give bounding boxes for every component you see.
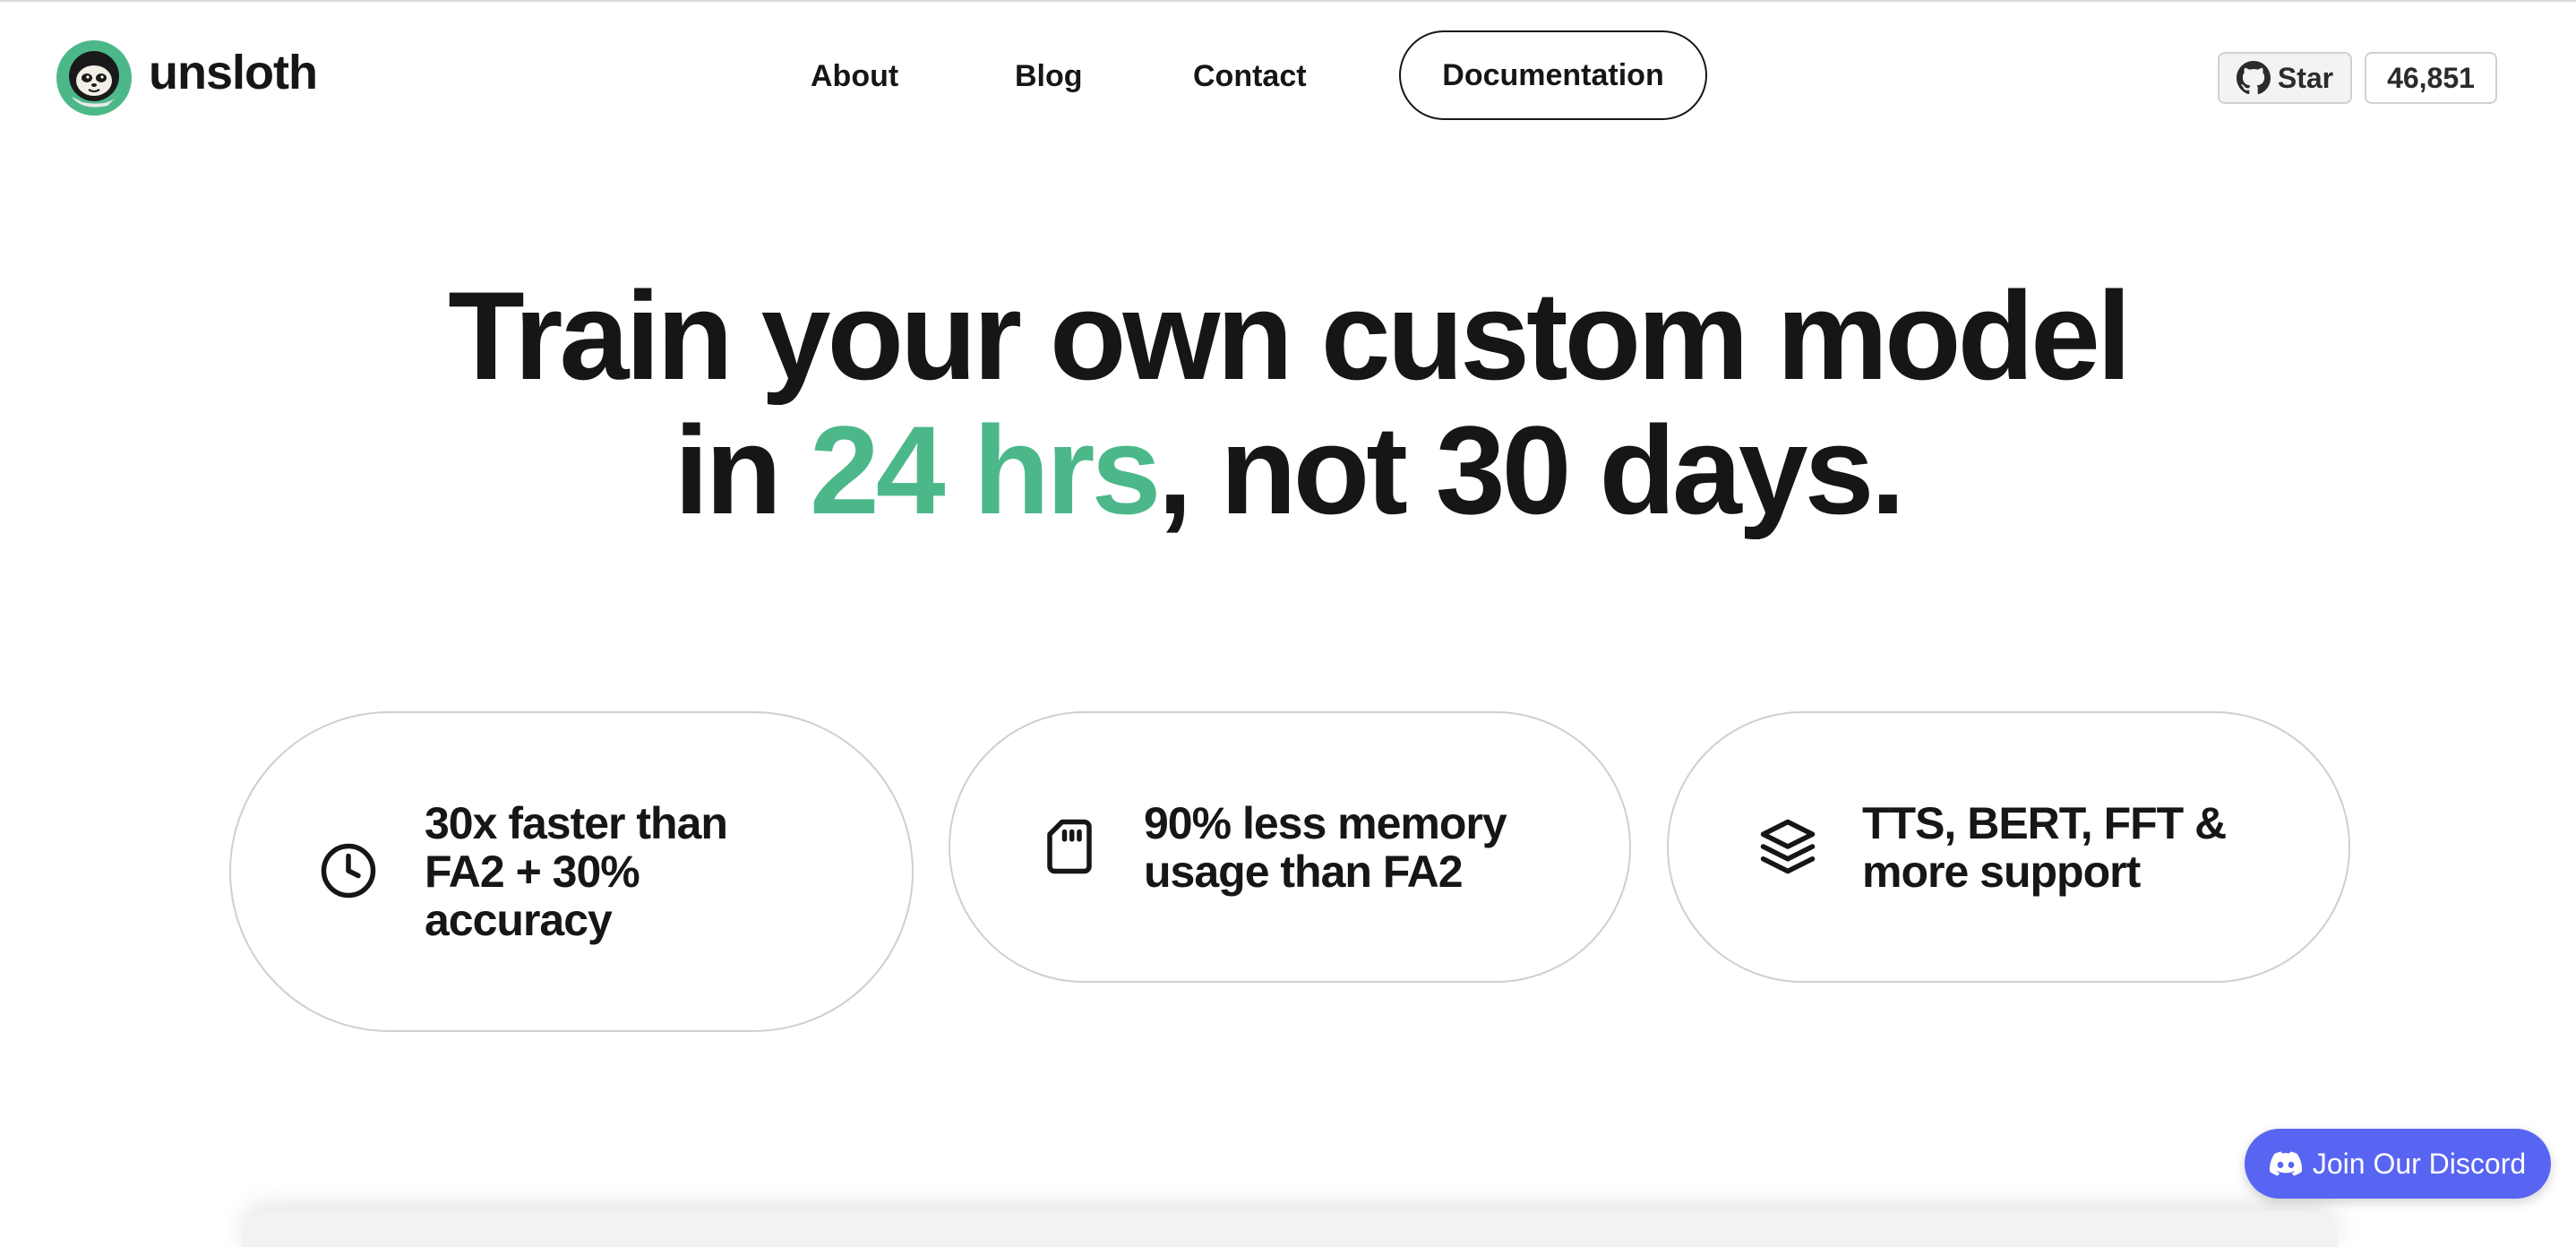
feature-card-speed: 30x faster than FA2 + 30% accuracy xyxy=(229,711,914,1032)
top-border xyxy=(0,0,2576,2)
nav-link-about[interactable]: About xyxy=(811,59,898,94)
feature-text: 90% less memory usage than FA2 xyxy=(1144,798,1507,897)
feature-text: TTS, BERT, FFT & more support xyxy=(1862,798,2227,897)
documentation-button[interactable]: Documentation xyxy=(1399,30,1707,120)
brand-name: unsloth xyxy=(149,46,318,99)
hero-highlight: 24 hrs xyxy=(809,400,1161,540)
github-star-label: Star xyxy=(2277,61,2334,94)
hero-line-2-suffix: , not 30 days. xyxy=(1157,400,1905,540)
discord-icon xyxy=(2269,1151,2302,1176)
brand-logo[interactable]: unsloth xyxy=(56,39,318,116)
github-star-count[interactable]: 46,851 xyxy=(2365,52,2497,104)
layers-icon xyxy=(1760,819,1816,874)
github-star-count-value: 46,851 xyxy=(2387,61,2475,94)
hero-line-2-prefix: in xyxy=(674,400,810,540)
feature-card-memory: 90% less memory usage than FA2 xyxy=(949,711,1631,983)
hero-heading: Train your own custom model in 24 hrs, n… xyxy=(0,269,2576,538)
memory-card-icon xyxy=(1047,819,1092,874)
feature-card-support: TTS, BERT, FFT & more support xyxy=(1667,711,2350,983)
sloth-logo-icon xyxy=(56,40,132,116)
join-discord-button[interactable]: Join Our Discord xyxy=(2245,1129,2551,1199)
feature-text: 30x faster than FA2 + 30% accuracy xyxy=(425,798,728,945)
clock-icon xyxy=(321,843,376,899)
github-star-button[interactable]: Star xyxy=(2218,52,2352,104)
documentation-button-label: Documentation xyxy=(1442,57,1664,92)
nav-link-contact[interactable]: Contact xyxy=(1193,59,1307,94)
join-discord-label: Join Our Discord xyxy=(2312,1147,2527,1180)
github-icon xyxy=(2236,61,2271,95)
nav-link-blog[interactable]: Blog xyxy=(1015,59,1083,94)
hero-line-1: Train your own custom model xyxy=(448,265,2132,406)
next-section-card-edge xyxy=(242,1211,2338,1247)
